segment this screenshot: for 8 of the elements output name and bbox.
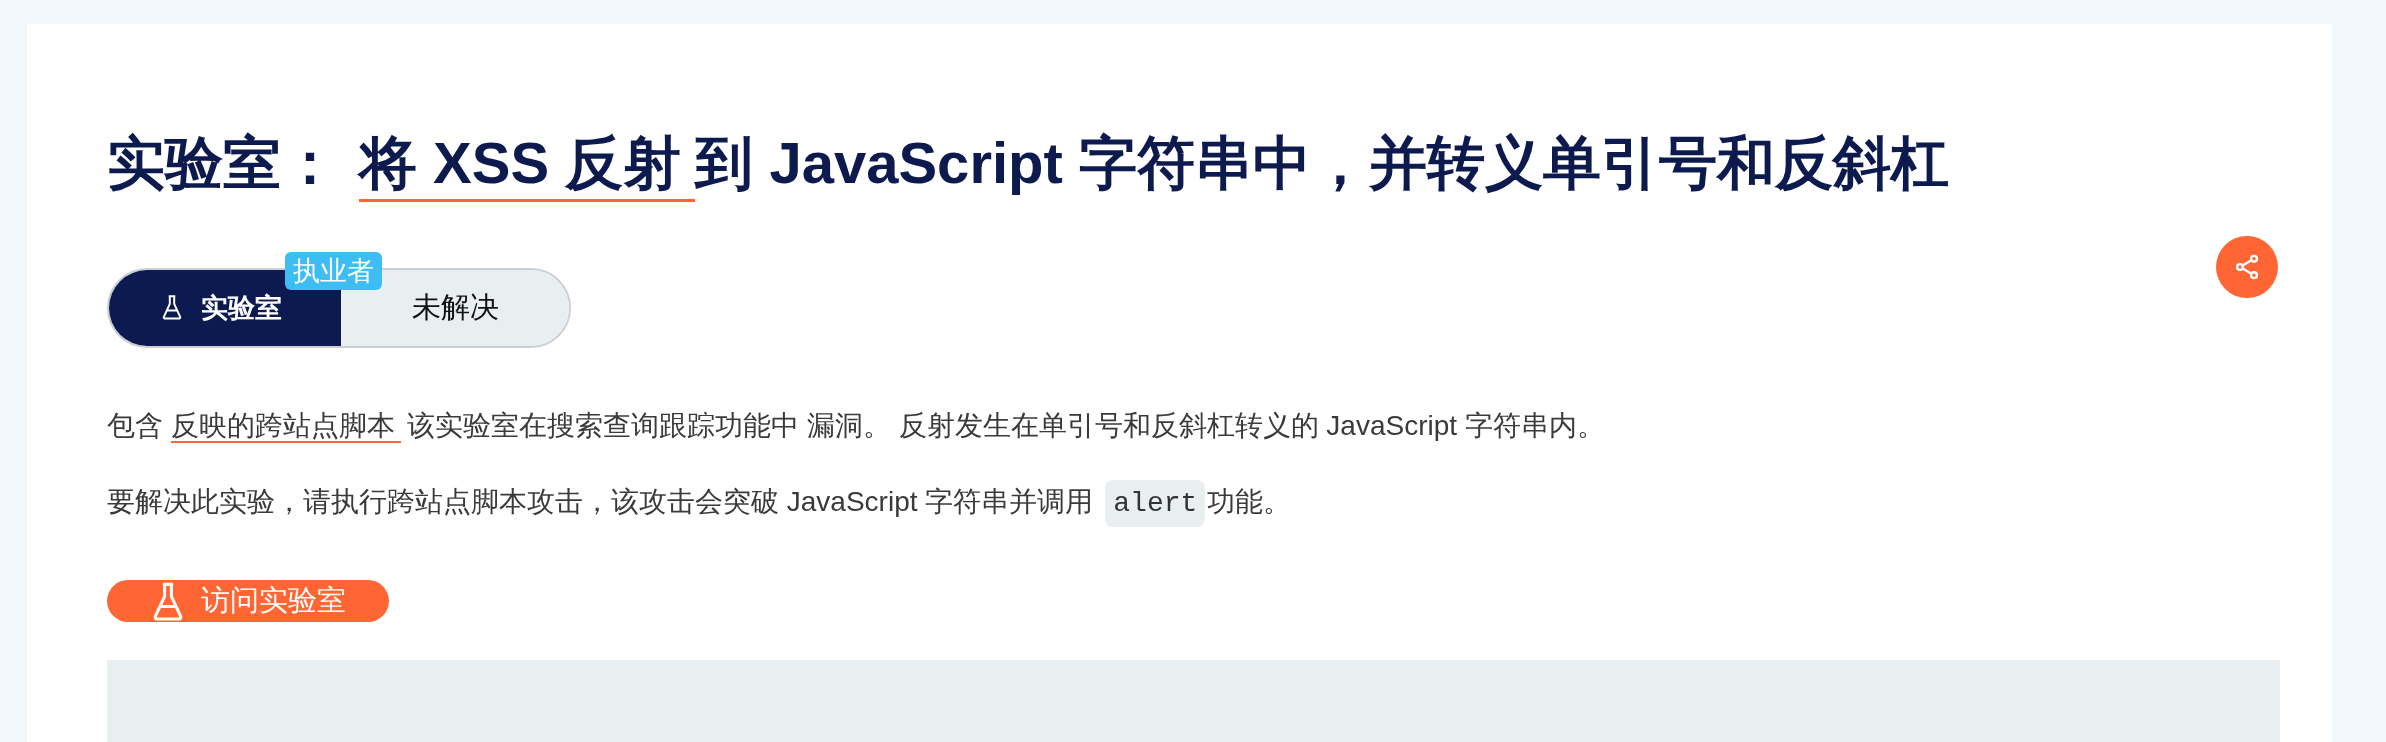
description-text: 包含 反映的跨站点脚本 该实验室在搜索查询跟踪功能中 漏洞。 反射发生在单引号和反斜杠转义的 JavaScript 字符串内。 <box>107 408 1606 445</box>
text-link[interactable]: 反映的跨站点脚本 <box>171 409 401 443</box>
code-snippet: alert <box>1105 479 1206 527</box>
description-text: 要解决此实验，请执行跨站点脚本攻击，该攻击会突破 JavaScript 字符串并调用 alert 功能。 <box>107 463 2252 542</box>
lab-tag-label: 实验室 <box>201 291 282 325</box>
flask-icon <box>161 294 183 321</box>
level-badge: 执业者 <box>285 251 382 290</box>
share-icon <box>2233 253 2261 281</box>
